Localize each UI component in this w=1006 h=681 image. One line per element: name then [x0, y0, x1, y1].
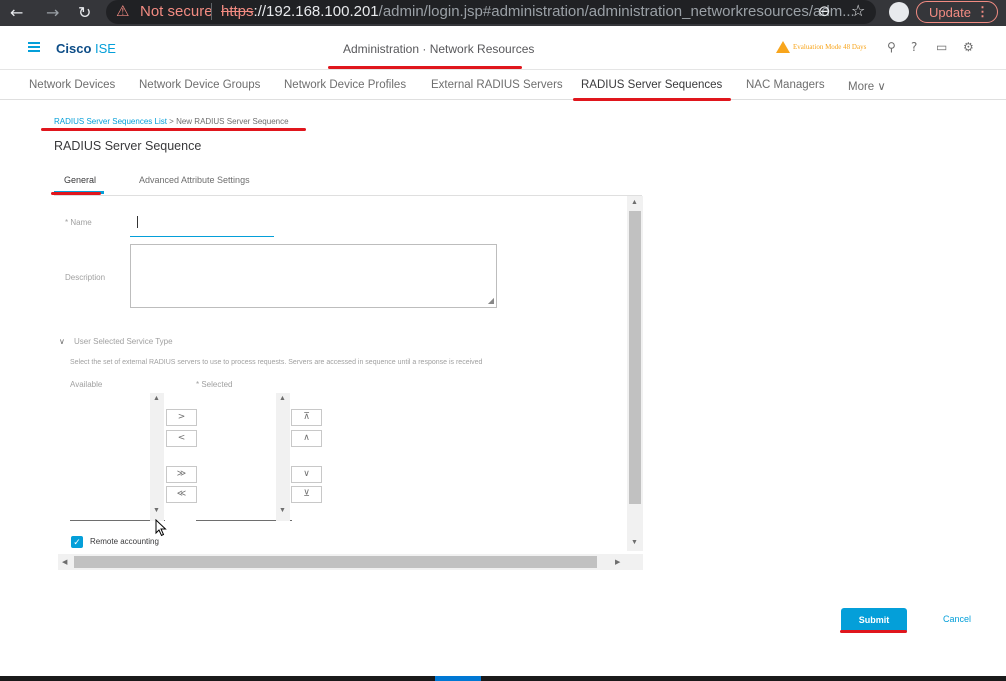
breadcrumb-parent-link[interactable]: RADIUS Server Sequences List	[54, 117, 167, 126]
form-horizontal-scroll-thumb[interactable]	[74, 556, 597, 568]
scroll-down-icon[interactable]: ▼	[153, 507, 160, 514]
move-right-button[interactable]: >	[166, 409, 197, 426]
dashboard-icon[interactable]: ▭	[936, 40, 947, 54]
subtab-advanced-attribute-settings[interactable]: Advanced Attribute Settings	[139, 175, 250, 185]
app-header: Cisco ISE Administration · Network Resou…	[0, 26, 1006, 70]
remote-accounting-checkbox[interactable]: ✓	[71, 536, 83, 548]
cancel-button[interactable]: Cancel	[943, 614, 971, 624]
service-type-description: Select the set of external RADIUS server…	[70, 359, 483, 366]
move-left-button[interactable]: <	[166, 430, 197, 447]
os-taskbar	[0, 676, 1006, 681]
url-host: ://192.168.100.201	[253, 3, 379, 20]
scroll-up-icon[interactable]: ▲	[153, 395, 160, 402]
warning-icon: ⚠	[116, 2, 130, 20]
hamburger-menu-icon[interactable]	[28, 42, 40, 52]
browser-toolbar: ← → ↻ ⚠ Not secure https://192.168.100.2…	[0, 0, 1006, 26]
move-up-button[interactable]: ∧	[291, 430, 322, 447]
brand-bold: Cisco	[56, 41, 92, 56]
gear-icon[interactable]: ⚙	[963, 40, 974, 54]
brand-light: ISE	[91, 41, 116, 56]
url-path: /admin/login.jsp#administration/administ…	[378, 3, 855, 20]
warning-triangle-icon	[776, 41, 790, 53]
name-label: * Name	[65, 218, 92, 227]
annotation-underline-title	[328, 66, 522, 69]
tab-more[interactable]: More ∨	[848, 79, 886, 93]
back-arrow-icon[interactable]: ←	[10, 3, 23, 22]
url-text[interactable]: https://192.168.100.201/admin/login.jsp#…	[221, 3, 855, 20]
breadcrumb: RADIUS Server Sequences List > New RADIU…	[54, 117, 289, 126]
forward-arrow-icon[interactable]: →	[46, 3, 59, 22]
breadcrumb-separator: >	[166, 117, 177, 126]
move-all-left-button[interactable]: ≪	[166, 486, 197, 503]
section-title: RADIUS Server Sequence	[54, 139, 202, 153]
scroll-right-icon[interactable]: ▶	[615, 558, 620, 566]
remote-accounting-label: Remote accounting	[90, 537, 159, 546]
annotation-underline-breadcrumb	[41, 128, 306, 131]
subtab-general[interactable]: General	[64, 175, 96, 185]
not-secure-label[interactable]: Not secure	[140, 3, 213, 20]
taskbar-active-item[interactable]	[435, 676, 481, 681]
page-title: Administration · Network Resources	[343, 42, 535, 56]
tab-network-device-groups[interactable]: Network Device Groups	[139, 79, 260, 91]
tab-external-radius-servers[interactable]: External RADIUS Servers	[431, 79, 563, 91]
evaluation-mode-text[interactable]: Evaluation Mode 48 Days	[793, 43, 866, 51]
brand-logo[interactable]: Cisco ISE	[56, 41, 116, 56]
update-label: Update	[929, 5, 971, 20]
tab-nac-managers[interactable]: NAC Managers	[746, 79, 825, 91]
bookmark-star-icon[interactable]: ☆	[851, 1, 865, 20]
text-caret	[137, 216, 138, 228]
search-icon[interactable]: ⚲	[887, 40, 896, 54]
scroll-down-icon[interactable]: ▼	[631, 539, 638, 546]
url-scheme: https	[221, 3, 254, 20]
description-label: Description	[65, 273, 106, 282]
tab-bar: Network Devices Network Device Groups Ne…	[0, 71, 1006, 100]
selected-label: * Selected	[196, 380, 233, 389]
service-type-label[interactable]: User Selected Service Type	[74, 337, 173, 346]
scroll-up-icon[interactable]: ▲	[279, 395, 286, 402]
name-input[interactable]	[130, 212, 274, 237]
omnibox-separator	[211, 3, 212, 20]
resize-handle-icon[interactable]: ◢	[488, 296, 494, 305]
move-down-button[interactable]: ∨	[291, 466, 322, 483]
zoom-icon[interactable]: ⊖	[818, 2, 831, 20]
tab-network-device-profiles[interactable]: Network Device Profiles	[284, 79, 406, 91]
profile-avatar[interactable]	[889, 2, 909, 22]
mouse-cursor-icon	[155, 519, 167, 537]
update-button[interactable]: Update ⋮	[916, 1, 998, 23]
move-bottom-button[interactable]: ⊻	[291, 486, 322, 503]
ise-app: Cisco ISE Administration · Network Resou…	[0, 26, 1006, 676]
reload-icon[interactable]: ↻	[78, 3, 91, 22]
available-list-scrollbar[interactable]	[150, 393, 164, 521]
available-label: Available	[70, 380, 103, 389]
address-bar[interactable]: ⚠ Not secure https://192.168.100.201/adm…	[106, 0, 876, 24]
selected-list-scrollbar[interactable]	[276, 393, 290, 521]
tab-radius-server-sequences[interactable]: RADIUS Server Sequences	[581, 79, 722, 91]
annotation-underline-tab	[573, 98, 731, 101]
scroll-down-icon[interactable]: ▼	[279, 507, 286, 514]
scroll-up-icon[interactable]: ▲	[631, 199, 638, 206]
help-icon[interactable]: ?	[911, 40, 917, 54]
move-top-button[interactable]: ⊼	[291, 409, 322, 426]
description-textarea[interactable]: ◢	[130, 244, 497, 308]
form-vertical-scroll-thumb[interactable]	[629, 211, 641, 504]
scroll-left-icon[interactable]: ◀	[62, 558, 67, 566]
tab-network-devices[interactable]: Network Devices	[29, 79, 115, 91]
chevron-down-icon[interactable]: ∨	[59, 337, 65, 346]
annotation-underline-submit	[840, 630, 907, 633]
kebab-menu-icon[interactable]: ⋮	[976, 4, 989, 20]
move-all-right-button[interactable]: ≫	[166, 466, 197, 483]
breadcrumb-current: New RADIUS Server Sequence	[176, 117, 289, 126]
